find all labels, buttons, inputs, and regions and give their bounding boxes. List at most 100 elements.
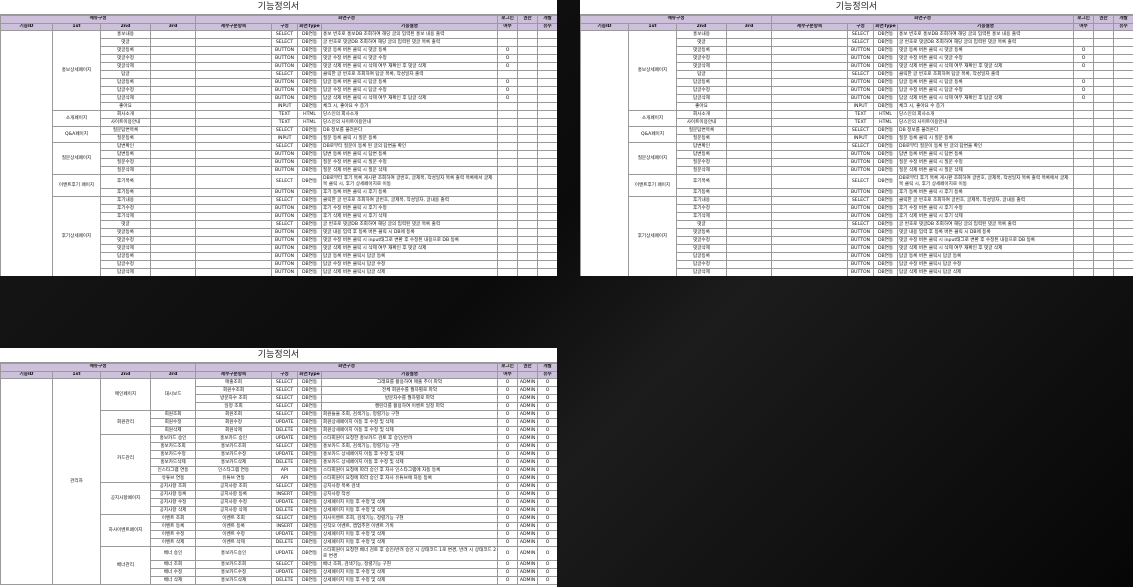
dev-cell [1113,188,1133,197]
desc-cell: 답글 삭제 버튼 클릭 시 삭제 여부 재확인 후 답글 삭제 [897,94,1075,103]
dev-cell: O [537,458,557,467]
third-menu-cell [149,158,197,167]
comp-cell: TEXT [847,110,875,119]
detail-cell [771,126,849,135]
dev-cell: O [537,490,557,499]
desc-cell: 댓글 삭제 버튼 클릭 시 삭제 여부 재확인 후 댓글 삭제 [897,62,1075,71]
screen-type-cell: DB연동 [873,30,899,39]
desc-cell: 후기 삭제 버튼 클릭 시 후기 삭제 [897,212,1075,221]
dev-cell: O [537,514,557,523]
third-menu-cell [149,142,197,151]
login-cell: O [497,560,519,569]
screen-type-cell: DB연동 [297,442,323,451]
login-cell: O [497,418,519,427]
desc-cell: 댓글 수정 버튼 클릭 시 댓글 수정 [321,54,499,63]
first-menu-cell: 질문상세페이지 [52,142,101,175]
detail-cell [195,70,273,79]
login-cell: O [497,86,519,95]
auth-cell [1093,244,1115,253]
header-dev-sub: 유무 [537,22,557,31]
second-menu-cell: 댓글등록 [100,46,151,55]
detail-cell [195,158,273,167]
desc-cell: 댓글 삭제 버튼 클릭 시 삭제 여부 재확인 후 댓글 삭제 [321,62,499,71]
comp-cell: DELETE [271,506,299,515]
comp-cell: SELECT [271,482,299,491]
third-menu-cell [725,62,773,71]
second-menu-cell: 댓글삭제 [676,62,727,71]
screen-type-cell: DB연동 [297,546,323,561]
desc-cell: 답글 등록 버튼 클릭시 답글 등록 [321,252,499,261]
header-menu-group: 메뉴구성 [0,15,197,24]
table-row: 이벤트후기 페이지 후기목록 SELECT DB연동 DB로부터 후기 목록 게시판 조… [1,174,557,197]
third-menu-cell [149,110,197,119]
auth-cell [517,94,539,103]
header-login: 로그인 [497,363,519,372]
comp-cell: SELECT [271,410,299,419]
second-menu-cell: 공지사항페이지 [100,482,151,515]
detail-cell [195,204,273,213]
login-cell [497,268,519,276]
second-menu-cell: 후기목록 [676,174,727,189]
desc-cell: DB 정보를 불러온다 [897,126,1075,135]
auth-cell [1093,78,1115,87]
auth-cell [1093,252,1115,261]
desc-cell: 캘린더를 활용하여 이벤트 일정 파악 [321,402,499,411]
detail-cell [771,252,849,261]
desc-cell: 답글 삭제 버튼 클릭시 답글 삭제 [897,268,1075,276]
comp-cell: DELETE [271,538,299,547]
header-row-group: 메뉴구성 화면구성 로그인 권한 개발 [0,363,557,372]
auth-cell [1093,94,1115,103]
comp-cell: SELECT [847,142,875,151]
auth-cell [1093,260,1115,269]
dev-cell: O [537,410,557,419]
detail-cell: 인스타그램 연동 [195,466,273,475]
header-comp: 구성 [271,22,299,31]
second-menu-cell: 질문답변목록 [100,126,151,135]
login-cell: O [497,514,519,523]
dev-cell [1113,54,1133,63]
detail-cell [195,94,273,103]
desc-cell: 당스인의 회사소개 [321,110,499,119]
detail-cell [771,102,849,111]
detail-cell [771,110,849,119]
comp-cell: SELECT [271,142,299,151]
third-menu-cell: 회원삭제 [149,426,197,435]
desc-cell: 그래프를 활용하여 매출 추이 파악 [321,378,499,387]
dev-cell [1113,110,1133,119]
second-menu-cell: 질문답변목록 [676,126,727,135]
auth-cell [517,118,539,127]
auth-cell [1093,228,1115,237]
auth-cell [517,134,539,143]
login-cell [1073,142,1095,151]
screen-type-cell: HTML [297,118,323,127]
second-menu-cell: 후기수정 [676,204,727,213]
desc-cell: 질문 수정 버튼 클릭 시 질문 수정 [321,158,499,167]
comp-cell: UPDATE [271,568,299,577]
screen-type-cell: DB연동 [873,46,899,55]
dev-cell [537,252,557,261]
detail-cell [195,30,273,39]
screen-type-cell: DB연동 [873,70,899,79]
screen-type-cell: DB연동 [297,30,323,39]
dev-cell [537,174,557,189]
second-menu-cell: 질문삭제 [676,166,727,175]
dev-cell [1113,220,1133,229]
desc-cell: 체크 시, 좋아요 수 증가 [321,102,499,111]
dev-cell [537,188,557,197]
third-menu-cell [149,268,197,276]
first-menu-cell: 홍보상세페이지 [628,30,677,111]
detail-cell: 회원수조회 [195,386,273,395]
header-desc: 기능설명 [897,22,1075,31]
desc-cell: 후기 수정 버튼 클릭 시 후기 수정 [321,204,499,213]
second-menu-cell: 후기목록 [100,174,151,189]
login-cell [497,118,519,127]
table-row: 후기상세페이지 후기내용 SELECT DB연동 클릭한 글 번호로 조회하여 글번호,… [1,196,557,276]
detail-cell: 이벤트 조회 [195,514,273,523]
comp-cell: INSERT [271,522,299,531]
second-menu-cell: 답글삭제 [100,268,151,276]
login-cell [1073,188,1095,197]
desc-cell: 답변 등록 버튼 클릭 시 답변 등록 [897,150,1075,159]
desc-cell: 상세페이지 이동 후 수정 및 삭제 [321,506,499,515]
comp-cell: INPUT [271,134,299,143]
second-menu-cell: 댓글수정 [100,54,151,63]
